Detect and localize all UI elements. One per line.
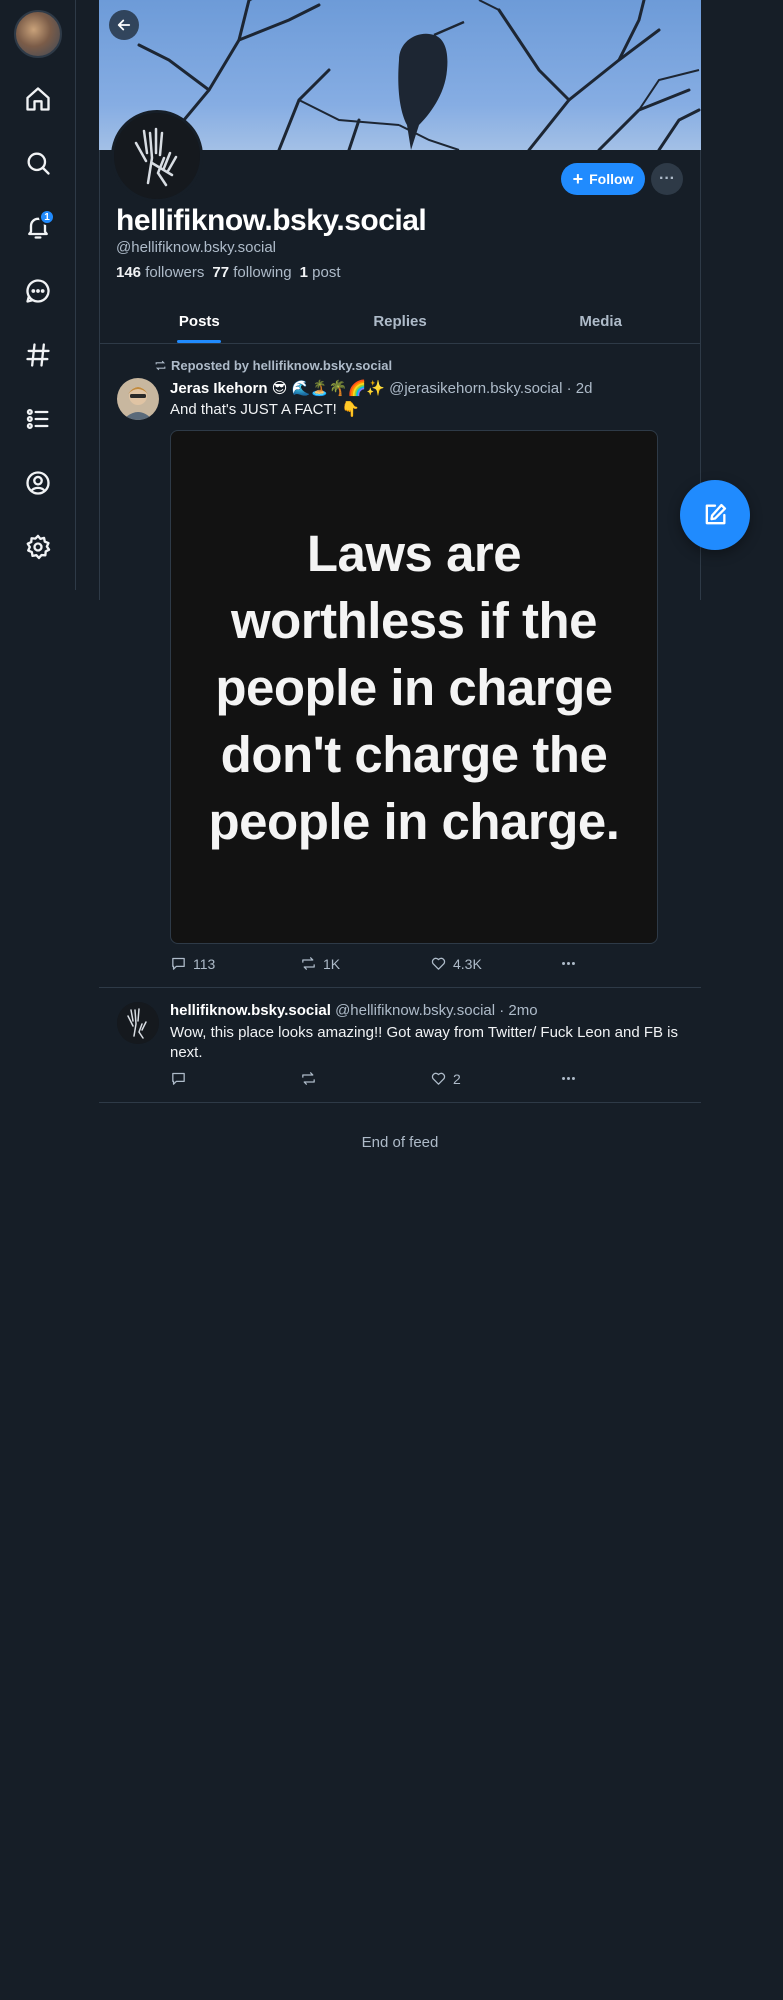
arrow-left-icon bbox=[117, 19, 131, 31]
end-of-feed-label: End of feed bbox=[361, 1134, 439, 1151]
feeds-hash-icon[interactable] bbox=[18, 335, 58, 375]
post-actions: 2 bbox=[170, 1070, 577, 1087]
follow-button-label: Follow bbox=[589, 171, 634, 187]
current-user-avatar[interactable] bbox=[14, 10, 62, 58]
following-count: 77 bbox=[212, 264, 230, 281]
profile-avatar[interactable] bbox=[111, 110, 203, 202]
plus-icon: + bbox=[572, 169, 584, 189]
reply-button[interactable]: 113 bbox=[170, 955, 300, 972]
post-image[interactable]: Laws are worthless if the people in char… bbox=[170, 430, 658, 944]
more-options-button[interactable]: ··· bbox=[651, 163, 683, 195]
post-actions: 113 1K 4.3K bbox=[170, 955, 577, 972]
post-text: Wow, this place looks amazing!! Got away… bbox=[170, 1024, 678, 1061]
compose-pencil-icon bbox=[705, 503, 727, 525]
post-image-text: Laws are worthless if the people in char… bbox=[208, 524, 620, 850]
left-nav: 1 bbox=[0, 0, 76, 590]
posts-count: 1 bbox=[299, 264, 308, 281]
repost-button[interactable]: 1K bbox=[300, 955, 430, 972]
post-time: · 2mo bbox=[499, 1002, 538, 1019]
heart-icon bbox=[431, 957, 446, 970]
following-label: following bbox=[233, 264, 292, 281]
like-count: 4.3K bbox=[453, 955, 482, 972]
profile-handle: @hellifiknow.bsky.social bbox=[116, 239, 277, 256]
tab-replies[interactable]: Replies bbox=[300, 300, 501, 343]
ellipsis-icon bbox=[562, 962, 575, 965]
repost-count: 1K bbox=[323, 955, 341, 972]
repost-icon bbox=[155, 360, 166, 371]
repost-button[interactable] bbox=[300, 1070, 430, 1087]
reply-button[interactable] bbox=[170, 1070, 300, 1087]
skeleton-hands-image bbox=[117, 1002, 159, 1044]
author-handle[interactable]: @hellifiknow.bsky.social bbox=[335, 1002, 495, 1019]
skeleton-hands-image bbox=[114, 113, 200, 199]
compose-post-button[interactable] bbox=[680, 480, 750, 550]
profile-icon[interactable] bbox=[18, 463, 58, 503]
lists-icon[interactable] bbox=[18, 399, 58, 439]
search-icon[interactable] bbox=[18, 143, 58, 183]
profile-stats: 146 followers 77 following 1 post bbox=[116, 264, 341, 281]
like-button[interactable]: 2 bbox=[430, 1070, 560, 1087]
repost-icon bbox=[302, 957, 315, 970]
like-count: 2 bbox=[453, 1070, 461, 1087]
author-name[interactable]: Jeras Ikehorn 😎 🌊🏝️🌴🌈✨ bbox=[170, 380, 385, 397]
author-handle[interactable]: @jerasikehorn.bsky.social bbox=[389, 380, 562, 397]
followers-count: 146 bbox=[116, 264, 142, 281]
tab-posts[interactable]: Posts bbox=[99, 300, 300, 343]
profile-tabs: Posts Replies Media bbox=[99, 300, 701, 344]
author-avatar[interactable] bbox=[117, 378, 159, 420]
followers-label: followers bbox=[145, 264, 205, 281]
reply-bubble-icon bbox=[172, 957, 185, 970]
settings-gear-icon[interactable] bbox=[18, 527, 58, 567]
repost-indicator: Reposted by hellifiknow.bsky.social bbox=[154, 358, 392, 373]
feed-post[interactable]: Reposted by hellifiknow.bsky.social Jera… bbox=[99, 345, 701, 988]
followers-stat[interactable]: 146 followers bbox=[116, 264, 204, 281]
notifications-icon[interactable]: 1 bbox=[18, 207, 58, 247]
following-stat[interactable]: 77 following bbox=[212, 264, 291, 281]
post-more-button[interactable] bbox=[560, 955, 577, 972]
reply-count: 113 bbox=[193, 955, 216, 972]
author-name[interactable]: hellifiknow.bsky.social bbox=[170, 1002, 331, 1019]
posts-stat: 1 post bbox=[300, 264, 341, 281]
post-time: · 2d bbox=[566, 380, 593, 397]
like-button[interactable]: 4.3K bbox=[430, 955, 560, 972]
tab-media[interactable]: Media bbox=[500, 300, 701, 343]
heart-icon bbox=[431, 1072, 446, 1085]
chat-icon[interactable] bbox=[18, 271, 58, 311]
home-icon[interactable] bbox=[18, 79, 58, 119]
author-avatar[interactable] bbox=[117, 1002, 159, 1044]
ellipsis-icon bbox=[562, 1077, 575, 1080]
repost-icon bbox=[302, 1072, 315, 1085]
reply-bubble-icon bbox=[172, 1072, 185, 1085]
follow-button[interactable]: + Follow bbox=[561, 163, 645, 195]
post-header: hellifiknow.bsky.social @hellifiknow.bsk… bbox=[170, 1002, 538, 1019]
repost-label: Reposted by hellifiknow.bsky.social bbox=[171, 358, 393, 373]
profile-display-name: hellifiknow.bsky.social bbox=[116, 204, 427, 237]
feed-post[interactable]: hellifiknow.bsky.social @hellifiknow.bsk… bbox=[99, 988, 701, 1103]
notification-badge: 1 bbox=[39, 209, 55, 225]
back-button[interactable] bbox=[109, 10, 139, 40]
post-text: And that's JUST A FACT! 👇 bbox=[170, 401, 360, 418]
posts-label: post bbox=[312, 264, 341, 281]
post-more-button[interactable] bbox=[560, 1070, 577, 1087]
post-header: Jeras Ikehorn 😎 🌊🏝️🌴🌈✨ @jerasikehorn.bsk… bbox=[170, 379, 592, 397]
author-photo bbox=[117, 378, 159, 420]
